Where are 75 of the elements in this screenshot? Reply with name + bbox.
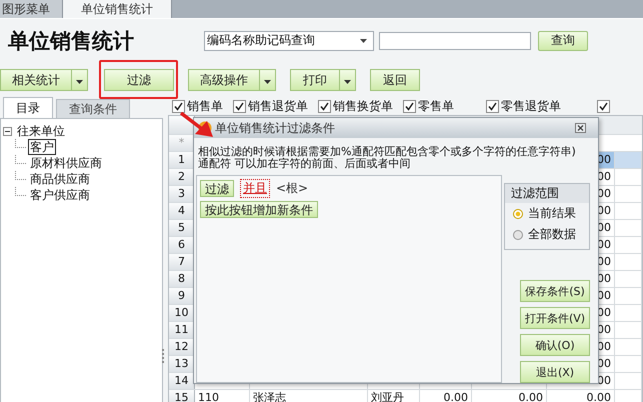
new-row-marker: * (169, 135, 195, 151)
toolbar-button[interactable]: 打印 (290, 69, 340, 91)
checkbox[interactable] (318, 100, 331, 113)
row-number: 14 (169, 373, 195, 389)
tree-item[interactable]: 客户供应商 (28, 187, 92, 203)
row-number: 8 (169, 271, 195, 287)
caret-icon (344, 80, 351, 84)
tree-item[interactable]: 客户 (28, 139, 56, 155)
row-number: 9 (169, 288, 195, 304)
add-condition-button[interactable]: 按此按钮增加新条件 (200, 201, 318, 218)
search-mode-dropdown[interactable]: 编码名称助记码查询 (204, 30, 374, 50)
row-number: 15 (169, 390, 195, 402)
caret-icon (76, 80, 83, 84)
window-tab[interactable]: 图形菜单 (0, 0, 63, 18)
row-number: 7 (169, 254, 195, 270)
checkbox[interactable] (172, 100, 185, 113)
row-number: 13 (169, 356, 195, 372)
filter-button[interactable]: 过滤 (200, 180, 234, 197)
dialog-title: 单位销售统计过滤条件 (215, 120, 336, 136)
panel-tab[interactable]: 目录 (3, 97, 53, 118)
query-button[interactable]: 查询 (538, 30, 588, 50)
row-number: 1 (169, 152, 195, 168)
row-number: 5 (169, 220, 195, 236)
checkbox-label: 销售单 (187, 98, 223, 115)
table-cell: 0.00 (586, 391, 611, 402)
search-field[interactable] (379, 32, 531, 50)
dialog-button[interactable]: 确认(O) (520, 334, 590, 356)
table-cell: 110 (198, 391, 219, 402)
toolbar-button[interactable]: 相关统计 (0, 69, 72, 91)
window-tab[interactable]: 单位销售统计 (63, 0, 172, 18)
tree-item[interactable]: 往来单位 (15, 123, 67, 139)
toolbar-button[interactable]: 过滤 (104, 69, 174, 91)
root-label: <根> (276, 180, 308, 197)
radio-label: 当前结果 (528, 205, 576, 222)
toolbar-button[interactable]: 高级操作 (188, 69, 260, 91)
hint-text: 相似过滤的时候请根据需要加%通配符匹配包含零个或多个字符的任意字符串)通配符 可以加在字符的前面、后面或者中间 (197, 144, 577, 172)
checkbox-label: 销售退货单 (248, 98, 308, 115)
row-number: 2 (169, 169, 195, 185)
caret-icon (264, 80, 271, 84)
pointer-arrow (180, 112, 214, 138)
caret-icon (360, 38, 367, 42)
panel-tab[interactable]: 查询条件 (56, 99, 130, 118)
dialog-button[interactable]: 保存条件(S) (520, 280, 590, 302)
checkbox-label: 零售退货单 (501, 98, 561, 115)
dropdown-button[interactable] (260, 69, 276, 91)
dropdown-button[interactable] (72, 69, 88, 91)
dialog-button[interactable]: 退出(X) (520, 361, 590, 383)
collapse-icon[interactable] (3, 126, 12, 136)
group-title: 过滤范围 (505, 184, 589, 203)
page-title: 单位销售统计 (8, 28, 135, 54)
operator-link[interactable]: 并且 (240, 179, 270, 198)
row-number: 6 (169, 237, 195, 253)
dialog-button[interactable]: 打开条件(V) (520, 307, 590, 329)
radio-label: 全部数据 (528, 226, 576, 243)
dropdown-button[interactable] (340, 69, 356, 91)
checkbox[interactable] (486, 100, 499, 113)
checkbox[interactable] (233, 100, 246, 113)
toolbar-button[interactable]: 返回 (370, 69, 420, 91)
row-number: 12 (169, 339, 195, 355)
row-number: 11 (169, 322, 195, 338)
splitter-grip[interactable] (162, 349, 166, 363)
checkbox-label: 零售单 (418, 98, 454, 115)
radio-button[interactable] (513, 230, 523, 240)
checkbox[interactable] (403, 100, 416, 113)
checkbox[interactable] (597, 100, 610, 113)
row-number: 3 (169, 186, 195, 202)
tree-item[interactable]: 商品供应商 (28, 171, 92, 187)
tree-item[interactable]: 原材料供应商 (28, 155, 104, 171)
close-icon[interactable] (575, 123, 586, 133)
table-cell: 0.00 (518, 391, 543, 402)
radio-button[interactable] (513, 208, 523, 218)
row-number: 4 (169, 203, 195, 219)
checkbox-label: 销售换货单 (333, 98, 393, 115)
row-number: 10 (169, 305, 195, 321)
table-cell: 0.00 (444, 391, 468, 402)
